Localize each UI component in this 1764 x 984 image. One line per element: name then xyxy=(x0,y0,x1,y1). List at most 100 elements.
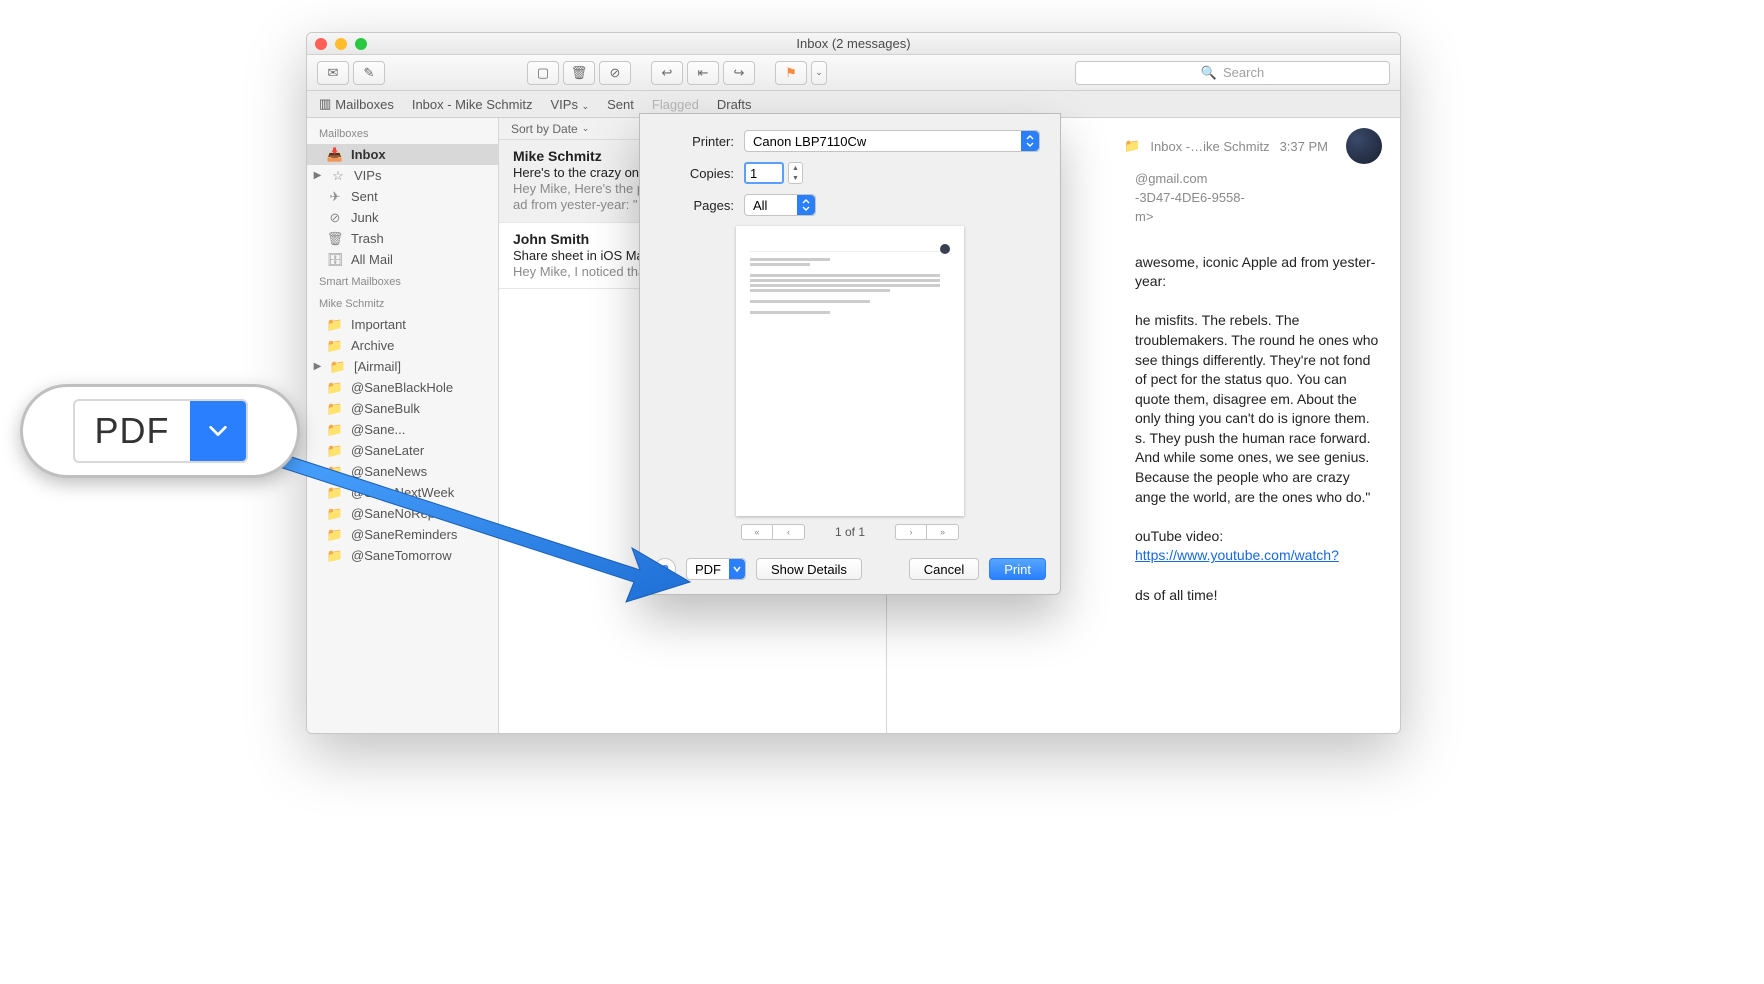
printer-select[interactable]: Canon LBP7110Cw xyxy=(744,130,1040,152)
preview-next-buttons[interactable]: ›» xyxy=(895,524,959,540)
junk-button[interactable]: ⊘ xyxy=(599,61,631,85)
sidebar-icon: ▥ xyxy=(319,96,331,112)
pages-select[interactable]: All xyxy=(744,194,816,216)
sidebar-item-vips[interactable]: ▶☆VIPs xyxy=(307,165,498,186)
pdf-callout-chevron xyxy=(190,401,246,461)
sidebar-item-saneblackhole[interactable]: 📁@SaneBlackHole xyxy=(307,377,498,398)
chevron-down-icon: ⌄ xyxy=(582,101,590,111)
disclosure-triangle-icon[interactable]: ▶ xyxy=(313,170,322,181)
folder-icon: 📁 xyxy=(1124,138,1140,154)
sidebar-item-allmail[interactable]: 🗄All Mail xyxy=(307,249,498,270)
flag-button[interactable]: ⚑ xyxy=(775,61,807,85)
youtube-link[interactable]: https://www.youtube.com/watch? xyxy=(1135,547,1339,563)
mailboxes-toggle[interactable]: ▥Mailboxes xyxy=(319,96,394,112)
copies-label: Copies: xyxy=(654,166,734,181)
folder-icon: 📁 xyxy=(330,360,346,374)
reader-folder: Inbox -…ike Schmitz xyxy=(1150,139,1269,154)
reply-all-button[interactable]: ⇤ xyxy=(687,61,719,85)
sidebar-item-sanelater[interactable]: 📁@SaneLater xyxy=(307,440,498,461)
avatar xyxy=(940,244,950,254)
sidebar-item-sanebulk[interactable]: 📁@SaneBulk xyxy=(307,398,498,419)
inbox-icon: 📥 xyxy=(327,148,343,162)
print-preview xyxy=(736,226,964,516)
sidebar-item-sanetomorrow[interactable]: 📁@SaneTomorrow xyxy=(307,545,498,566)
updown-icon xyxy=(1021,131,1039,151)
window-title: Inbox (2 messages) xyxy=(307,36,1400,51)
fav-sent[interactable]: Sent xyxy=(607,97,634,112)
sidebar-item-sanenextweek[interactable]: 📁@SaneNextWeek xyxy=(307,482,498,503)
updown-icon xyxy=(797,195,815,215)
folder-icon: 📁 xyxy=(327,423,343,437)
printer-label: Printer: xyxy=(654,134,734,149)
next-page-icon: › xyxy=(895,524,927,540)
fav-drafts[interactable]: Drafts xyxy=(717,97,752,112)
forward-button[interactable]: ↪ xyxy=(723,61,755,85)
disclosure-triangle-icon[interactable]: ▶ xyxy=(313,361,322,372)
pdf-callout-label: PDF xyxy=(75,410,190,452)
sidebar-item-inbox[interactable]: 📥Inbox xyxy=(307,144,498,165)
sidebar-item-archive[interactable]: 📁Archive xyxy=(307,335,498,356)
sidebar-item-sanenews[interactable]: 📁@SaneNews xyxy=(307,461,498,482)
sidebar: Mailboxes 📥Inbox ▶☆VIPs ✈Sent ⊘Junk 🗑Tra… xyxy=(307,118,499,733)
archive-button[interactable]: ▢ xyxy=(527,61,559,85)
print-button[interactable]: Print xyxy=(989,558,1046,580)
folder-icon: 📁 xyxy=(327,402,343,416)
pdf-dropdown[interactable]: PDF xyxy=(686,558,746,580)
sidebar-item-sanereminders[interactable]: 📁@SaneReminders xyxy=(307,524,498,545)
sidebar-section-smart: Smart Mailboxes xyxy=(307,270,498,292)
paperplane-icon: ✈ xyxy=(327,190,343,204)
delete-button[interactable]: 🗑 xyxy=(563,61,595,85)
tray-icon: 🗄 xyxy=(327,253,343,267)
stepper-down-icon: ▼ xyxy=(789,173,802,183)
sidebar-item-sane-ellipsis[interactable]: 📁@Sane... xyxy=(307,419,498,440)
toolbar: ✉ ✎ ▢ 🗑 ⊘ ↩ ⇤ ↪ ⚑ ⌄ 🔍 Search xyxy=(307,55,1400,91)
folder-icon: 📁 xyxy=(327,486,343,500)
compose-button[interactable]: ✎ xyxy=(353,61,385,85)
sidebar-item-junk[interactable]: ⊘Junk xyxy=(307,207,498,228)
trash-icon: 🗑 xyxy=(327,232,343,246)
prev-page-icon: ‹ xyxy=(773,524,805,540)
sidebar-item-airmail[interactable]: ▶📁[Airmail] xyxy=(307,356,498,377)
fav-flagged[interactable]: Flagged xyxy=(652,97,699,112)
sidebar-item-sanenoreplies[interactable]: 📁@SaneNoReplies xyxy=(307,503,498,524)
preview-prev-buttons[interactable]: «‹ xyxy=(741,524,805,540)
search-icon: 🔍 xyxy=(1201,65,1217,81)
sidebar-section-account: Mike Schmitz xyxy=(307,292,498,314)
chevron-down-icon: ⌄ xyxy=(815,67,823,78)
stepper-up-icon: ▲ xyxy=(789,163,802,173)
sidebar-item-important[interactable]: 📁Important xyxy=(307,314,498,335)
folder-icon: 📁 xyxy=(327,549,343,563)
archive-icon: ▢ xyxy=(537,65,549,81)
help-button[interactable]: ? xyxy=(654,558,676,580)
copies-input[interactable] xyxy=(744,162,784,184)
help-icon: ? xyxy=(661,562,669,577)
reader-time: 3:37 PM xyxy=(1280,139,1328,154)
junk-icon: ⊘ xyxy=(327,211,343,225)
titlebar: Inbox (2 messages) xyxy=(307,33,1400,55)
sidebar-item-sent[interactable]: ✈Sent xyxy=(307,186,498,207)
folder-icon: 📁 xyxy=(327,339,343,353)
fav-vips[interactable]: VIPs ⌄ xyxy=(550,97,589,112)
forward-icon: ↪ xyxy=(734,65,745,81)
fav-inbox[interactable]: Inbox - Mike Schmitz xyxy=(412,97,533,112)
pdf-callout: PDF xyxy=(20,384,300,478)
star-icon: ☆ xyxy=(330,169,346,183)
search-input[interactable]: 🔍 Search xyxy=(1075,61,1390,85)
last-page-icon: » xyxy=(927,524,959,540)
first-page-icon: « xyxy=(741,524,773,540)
show-details-button[interactable]: Show Details xyxy=(756,558,862,580)
envelope-icon: ✉ xyxy=(328,65,339,81)
pages-label: Pages: xyxy=(654,198,734,213)
copies-stepper[interactable]: ▲▼ xyxy=(788,162,803,184)
chevron-down-icon xyxy=(729,559,745,579)
reply-button[interactable]: ↩ xyxy=(651,61,683,85)
flag-menu-button[interactable]: ⌄ xyxy=(811,61,827,85)
get-mail-button[interactable]: ✉ xyxy=(317,61,349,85)
sidebar-item-trash[interactable]: 🗑Trash xyxy=(307,228,498,249)
folder-icon: 📁 xyxy=(327,528,343,542)
page-indicator: 1 of 1 xyxy=(835,525,865,539)
print-dialog: Printer: Canon LBP7110Cw Copies: ▲▼ Page… xyxy=(639,113,1061,595)
cancel-button[interactable]: Cancel xyxy=(909,558,979,580)
reply-all-icon: ⇤ xyxy=(698,65,709,81)
reader-meta-line: @gmail.com xyxy=(1135,170,1382,189)
